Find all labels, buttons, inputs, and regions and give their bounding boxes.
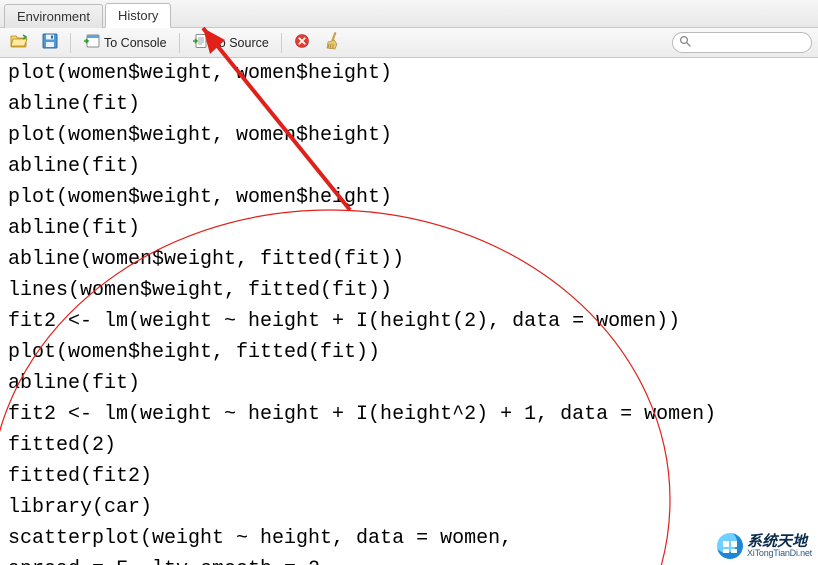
history-toolbar: To Console To Source: [0, 28, 818, 58]
history-line[interactable]: scatterplot(weight ~ height, data = wome…: [8, 523, 810, 554]
history-line[interactable]: abline(fit): [8, 89, 810, 120]
separator: [281, 33, 282, 53]
history-line[interactable]: fitted(2): [8, 430, 810, 461]
to-source-icon: [192, 33, 210, 52]
load-history-button[interactable]: [6, 31, 32, 54]
to-console-label: To Console: [104, 36, 167, 50]
history-list[interactable]: plot(women$weight, women$height)abline(f…: [0, 58, 818, 565]
history-line[interactable]: plot(women$weight, women$height): [8, 120, 810, 151]
tab-label: Environment: [17, 9, 90, 24]
error-circle-icon: [294, 33, 310, 52]
separator: [179, 33, 180, 53]
history-line[interactable]: fitted(fit2): [8, 461, 810, 492]
to-source-label: To Source: [213, 36, 269, 50]
history-line[interactable]: abline(fit): [8, 213, 810, 244]
search-icon: [679, 35, 691, 50]
history-line[interactable]: abline(fit): [8, 151, 810, 182]
history-line[interactable]: lines(women$weight, fitted(fit)): [8, 275, 810, 306]
tab-label: History: [118, 8, 158, 23]
tab-history[interactable]: History: [105, 3, 171, 28]
tab-environment[interactable]: Environment: [4, 4, 103, 28]
separator: [70, 33, 71, 53]
folder-open-icon: [10, 33, 28, 52]
to-console-icon: [83, 33, 101, 52]
to-source-button[interactable]: To Source: [188, 31, 273, 54]
remove-entries-button[interactable]: [290, 31, 314, 54]
to-console-button[interactable]: To Console: [79, 31, 171, 54]
history-line[interactable]: apread = F, lty.smooth = 2,: [8, 554, 810, 565]
history-line[interactable]: abline(women$weight, fitted(fit)): [8, 244, 810, 275]
search-field[interactable]: [672, 32, 812, 53]
history-line[interactable]: plot(women$weight, women$height): [8, 182, 810, 213]
floppy-disk-icon: [42, 33, 58, 52]
history-line[interactable]: plot(women$weight, women$height): [8, 58, 810, 89]
history-line[interactable]: abline(fit): [8, 368, 810, 399]
clear-history-button[interactable]: [320, 30, 344, 55]
save-history-button[interactable]: [38, 31, 62, 54]
tab-bar: Environment History: [0, 0, 818, 28]
history-line[interactable]: fit2 <- lm(weight ~ height + I(height(2)…: [8, 306, 810, 337]
history-line[interactable]: fit2 <- lm(weight ~ height + I(height^2)…: [8, 399, 810, 430]
broom-icon: [324, 32, 340, 53]
history-line[interactable]: plot(women$height, fitted(fit)): [8, 337, 810, 368]
search-input[interactable]: [695, 35, 818, 51]
history-line[interactable]: library(car): [8, 492, 810, 523]
